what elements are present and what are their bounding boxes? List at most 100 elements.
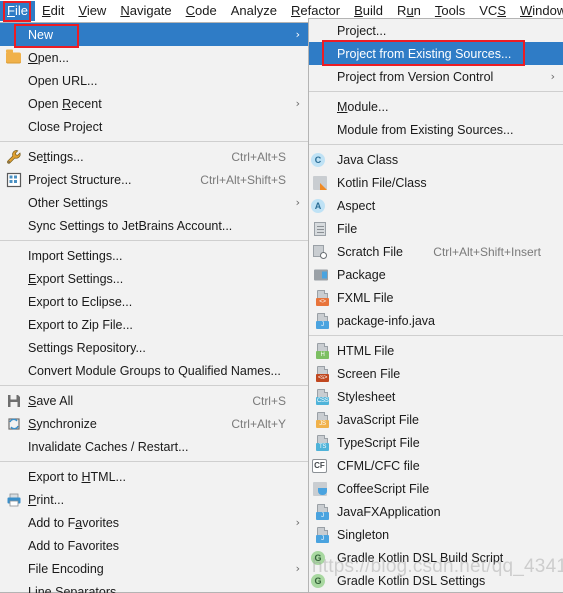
intellij-menu-screenshot: File Edit View Navigate Code Analyze Ref… — [0, 0, 563, 593]
menubar-item-code[interactable]: Code — [179, 1, 224, 21]
screen-badge: <s> — [316, 373, 329, 382]
menu-item-close-project[interactable]: Close Project — [0, 115, 308, 138]
submenu-item-html-file[interactable]: H HTML File — [309, 339, 563, 362]
submenu-item-package-label: Package — [337, 267, 386, 282]
submenu-item-javascript-file[interactable]: JS JavaScript File — [309, 408, 563, 431]
submenu-item-aspect-label: Aspect — [337, 198, 376, 213]
cfml-file-icon: CF — [312, 458, 327, 473]
submenu-item-project[interactable]: Project... — [309, 19, 563, 42]
menu-item-line-separators[interactable]: File Encoding › — [0, 557, 308, 580]
menu-item-export-to-html[interactable]: Export to HTML... — [0, 465, 308, 488]
submenu-item-module-from-existing-sources-label: Module from Existing Sources... — [337, 122, 514, 137]
menu-item-file-encoding-label: Add to Favorites — [28, 538, 120, 553]
submenu-item-module-from-existing-sources[interactable]: Module from Existing Sources... — [309, 118, 563, 141]
submenu-item-javafxapplication-label: JavaFXApplication — [337, 504, 441, 519]
java-badge: J — [316, 534, 329, 543]
menu-item-invalidate-caches-label: Invalidate Caches / Restart... — [28, 439, 189, 454]
submenu-item-javafxapplication[interactable]: J JavaFXApplication — [309, 500, 563, 523]
menu-item-other-settings[interactable]: Other Settings › — [0, 191, 308, 214]
submenu-item-stylesheet[interactable]: CSS Stylesheet — [309, 385, 563, 408]
menu-item-sync-settings[interactable]: Sync Settings to JetBrains Account... — [0, 214, 308, 237]
submenu-item-cfml-cfc-file-label: CFML/CFC file — [337, 458, 420, 473]
submenu-item-typescript-file[interactable]: TS TypeScript File — [309, 431, 563, 454]
submenu-item-aspect[interactable]: A Aspect — [309, 194, 563, 217]
menu-item-export-to-zip[interactable]: Export to Zip File... — [0, 313, 308, 336]
java-badge: J — [316, 511, 329, 520]
java-badge: J — [316, 320, 329, 329]
menu-item-new-label: New — [28, 27, 54, 42]
synchronize-icon — [6, 416, 22, 432]
submenu-item-coffeescript-file[interactable]: CoffeeScript File — [309, 477, 563, 500]
coffeescript-file-icon — [313, 481, 327, 496]
menu-separator — [309, 335, 563, 336]
submenu-item-package[interactable]: Package — [309, 263, 563, 286]
menu-item-print[interactable]: Print... — [0, 488, 308, 511]
menu-item-import-settings-label: Import Settings... — [28, 248, 123, 263]
submenu-item-javascript-file-label: JavaScript File — [337, 412, 419, 427]
plain-file-icon — [314, 221, 326, 236]
menu-item-project-structure-label: Project Structure... — [28, 172, 132, 187]
new-submenu-popup: Project... Project from Existing Sources… — [308, 18, 563, 593]
menu-item-add-to-favorites[interactable]: Add to Favorites › — [0, 511, 308, 534]
submenu-item-scratch-file[interactable]: Scratch File Ctrl+Alt+Shift+Insert — [309, 240, 563, 263]
submenu-item-module[interactable]: Module... — [309, 95, 563, 118]
submenu-item-kotlin-file-class[interactable]: Kotlin File/Class — [309, 171, 563, 194]
menu-item-save-all[interactable]: Save All Ctrl+S — [0, 389, 308, 412]
submenu-item-singleton[interactable]: J Singleton — [309, 523, 563, 546]
submenu-item-file[interactable]: File — [309, 217, 563, 240]
menubar-item-view[interactable]: View — [71, 1, 113, 21]
folder-icon — [6, 49, 21, 63]
menu-item-settings-shortcut: Ctrl+Alt+S — [231, 149, 286, 164]
submenu-item-kotlin-file-class-label: Kotlin File/Class — [337, 175, 427, 190]
menu-item-convert-module-groups-label: Convert Module Groups to Qualified Names… — [28, 363, 281, 378]
submenu-item-java-class[interactable]: C Java Class — [309, 148, 563, 171]
javascript-file-icon: JS — [315, 411, 331, 428]
submenu-item-stylesheet-label: Stylesheet — [337, 389, 396, 404]
submenu-item-fxml-file-label: FXML File — [337, 290, 394, 305]
submenu-item-cfml-cfc-file[interactable]: CF CFML/CFC file — [309, 454, 563, 477]
menu-item-export-settings[interactable]: Export Settings... — [0, 267, 308, 290]
menu-item-open-label: pen... — [37, 50, 70, 65]
submenu-item-file-label: File — [337, 221, 358, 236]
menu-item-export-to-eclipse[interactable]: Export to Eclipse... — [0, 290, 308, 313]
submenu-item-scratch-file-label: Scratch File — [337, 244, 403, 259]
submenu-item-scratch-file-shortcut: Ctrl+Alt+Shift+Insert — [433, 244, 541, 259]
submenu-item-typescript-file-label: TypeScript File — [337, 435, 420, 450]
menu-item-settings[interactable]: Settings... Ctrl+Alt+S — [0, 145, 308, 168]
submenu-item-gradle-kotlin-dsl-build-script[interactable]: G Gradle Kotlin DSL Build Script — [309, 546, 563, 569]
submenu-item-screen-file[interactable]: <s> Screen File — [309, 362, 563, 385]
menu-item-close-project-label: Close Project — [28, 119, 103, 134]
menu-item-open-recent[interactable]: Open Recent › — [0, 92, 308, 115]
menu-item-open-url-label: Open URL... — [28, 73, 98, 88]
menu-separator — [0, 385, 308, 386]
menu-item-project-structure[interactable]: Project Structure... Ctrl+Alt+Shift+S — [0, 168, 308, 191]
java-file-icon: J — [315, 312, 331, 329]
submenu-item-project-from-existing-sources[interactable]: Project from Existing Sources... — [309, 42, 563, 65]
menu-item-open-url[interactable]: Open URL... — [0, 69, 308, 92]
menu-separator — [0, 141, 308, 142]
menubar-item-edit[interactable]: Edit — [35, 1, 71, 21]
menu-item-open[interactable]: Open... — [0, 46, 308, 69]
java-file-icon: J — [315, 526, 331, 543]
chevron-right-icon: › — [295, 516, 300, 529]
menubar-item-analyze[interactable]: Analyze — [224, 1, 284, 21]
menu-item-invalidate-caches[interactable]: Invalidate Caches / Restart... — [0, 435, 308, 458]
scratch-file-icon — [313, 244, 327, 259]
print-icon — [6, 492, 22, 508]
menu-item-synchronize[interactable]: Synchronize Ctrl+Alt+Y — [0, 412, 308, 435]
menu-item-sync-settings-label: Sync Settings to JetBrains Account... — [28, 218, 233, 233]
menubar-item-navigate[interactable]: Navigate — [113, 1, 178, 21]
submenu-item-fxml-file[interactable]: <> FXML File — [309, 286, 563, 309]
menu-item-make-file-read-only[interactable]: Line Separators — [0, 580, 308, 593]
menubar-item-file[interactable]: File — [0, 1, 35, 21]
menu-item-convert-module-groups[interactable]: Convert Module Groups to Qualified Names… — [0, 359, 308, 382]
menu-item-new[interactable]: New › — [0, 23, 308, 46]
submenu-item-project-from-version-control[interactable]: Project from Version Control › — [309, 65, 563, 88]
submenu-item-gradle-kotlin-dsl-settings[interactable]: G Gradle Kotlin DSL Settings — [309, 569, 563, 592]
submenu-item-package-info-java[interactable]: J package-info.java — [309, 309, 563, 332]
kotlin-file-icon — [313, 175, 327, 190]
menu-item-import-settings[interactable]: Import Settings... — [0, 244, 308, 267]
submenu-item-singleton-label: Singleton — [337, 527, 390, 542]
menu-item-file-encoding[interactable]: Add to Favorites — [0, 534, 308, 557]
menu-item-settings-repository[interactable]: Settings Repository... — [0, 336, 308, 359]
